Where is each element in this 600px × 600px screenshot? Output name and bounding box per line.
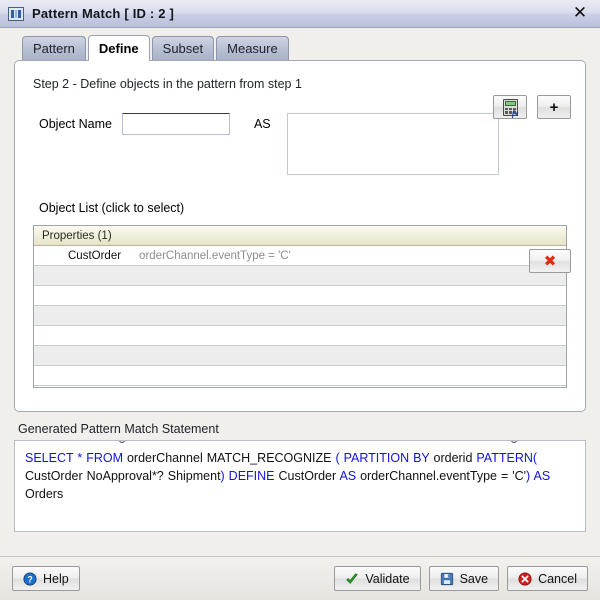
footer-bar: ? Help Validate Save Cancel [0,556,600,600]
table-row[interactable] [34,325,566,346]
cell-empty [34,345,566,366]
sql-text: orderChannel.eventType = 'C' [360,469,527,483]
title-bar: Pattern Match [ ID : 2 ] ✕ [0,0,600,28]
table-row[interactable] [34,305,566,326]
cell-empty [34,325,566,346]
table-row[interactable] [34,345,566,366]
object-name-row: Object Name AS [29,113,571,175]
sql-text: orderChannel MATCH_RECOGNIZE [126,451,336,465]
sql-keyword: ) DEFINE [220,469,279,483]
generated-statement-text: SELECT * FROM orderChannel MATCH_RECOGNI… [25,449,575,503]
sql-keyword: AS [533,469,551,483]
table-row[interactable] [34,265,566,286]
object-name-label: Object Name [39,117,112,131]
tab-pattern[interactable]: Pattern [22,36,86,60]
resize-handle-left-icon[interactable] [119,441,125,443]
expression-buttons: fx + [493,95,571,119]
tab-subset[interactable]: Subset [151,36,215,60]
object-list-table-wrapper[interactable]: Properties (1) CustOrder orderChannel.eve… [33,225,567,388]
pattern-match-icon [8,6,24,21]
column-header-properties: Properties (1) [34,226,566,246]
expression-builder-button[interactable]: fx [493,95,527,119]
svg-text:?: ? [27,574,32,584]
sql-text: CustOrder [278,469,340,483]
sql-keyword: PATTERN( [476,451,538,465]
tab-measure[interactable]: Measure [216,36,289,60]
define-panel: Step 2 - Define objects in the pattern f… [14,60,586,412]
tab-define[interactable]: Define [87,35,150,61]
table-header-row: Properties (1) [34,226,566,246]
delete-object-button[interactable]: ✖ [529,249,571,273]
cell-empty [34,285,566,306]
floppy-disk-icon [440,572,453,585]
object-name-input[interactable] [121,113,230,135]
cell-empty [34,305,566,326]
table-row[interactable] [34,285,566,306]
cell-object-expression: orderChannel.eventType = 'C' [139,249,291,262]
object-list-label: Object List (click to select) [39,201,185,215]
cancel-button[interactable]: Cancel [507,566,588,591]
cell-object-name: CustOrder [68,249,122,262]
window-title: Pattern Match [ ID : 2 ] [32,6,175,21]
save-button[interactable]: Save [428,566,500,591]
generated-statement-box[interactable]: SELECT * FROM orderChannel MATCH_RECOGNI… [14,440,586,532]
help-icon: ? [23,571,37,586]
as-label: AS [253,117,271,131]
cancel-button-label: Cancel [538,571,577,586]
help-button-label: Help [43,571,69,586]
add-object-button[interactable]: + [537,95,571,119]
as-expression-textarea[interactable] [286,113,499,175]
cancel-icon [518,571,532,586]
footer-actions: Validate Save Cancel [334,566,588,591]
object-list-table: Properties (1) CustOrder orderChannel.eve… [34,226,566,386]
sql-keyword: SELECT * FROM [25,451,127,465]
table-row[interactable]: CustOrder orderChannel.eventType = 'C' [34,245,566,266]
sql-keyword: ) [526,469,534,483]
validate-button-label: Validate [365,571,410,586]
sql-text: Orders [25,487,64,501]
sql-keyword: AS [339,469,361,483]
sql-text: orderid [433,451,477,465]
close-icon[interactable]: ✕ [568,2,592,24]
check-icon [346,572,359,584]
sql-keyword: ( PARTITION BY [335,451,434,465]
red-x-icon: ✖ [543,251,557,270]
cell-empty [34,365,566,386]
cell-empty [34,265,566,286]
pattern-match-dialog: Pattern Match [ ID : 2 ] ✕ Pattern Defin… [0,0,600,600]
help-button[interactable]: ? Help [12,566,80,591]
validate-button[interactable]: Validate [334,566,421,591]
calculator-fx-icon: fx [502,98,519,117]
table-row[interactable] [34,365,566,386]
tab-bar: Pattern Define Subset Measure [0,28,600,61]
step-instruction: Step 2 - Define objects in the pattern f… [33,77,302,91]
save-button-label: Save [459,571,489,586]
sql-text: CustOrder NoApproval*? Shipment [25,469,221,483]
resize-handle-right-icon[interactable] [511,441,517,443]
generated-statement-label: Generated Pattern Match Statement [18,422,219,436]
